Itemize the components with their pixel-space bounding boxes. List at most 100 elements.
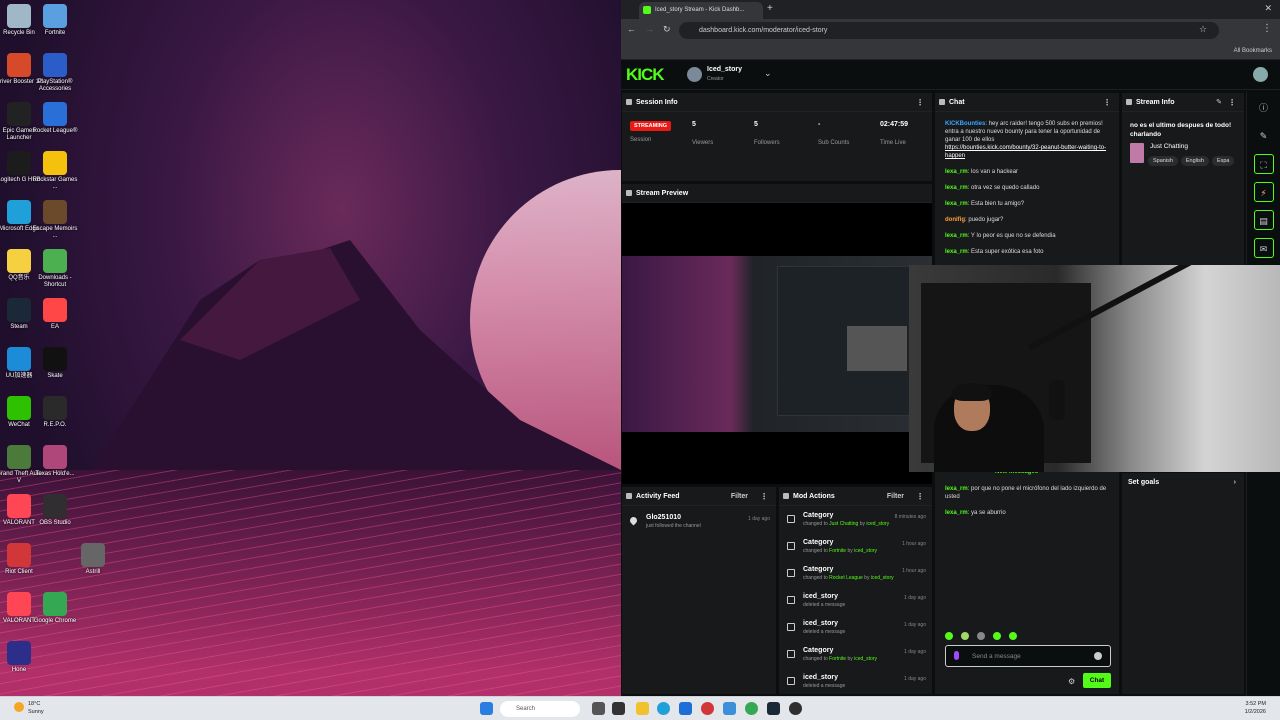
mod-action-target[interactable]: Rocket League	[829, 575, 863, 581]
desktop-icon[interactable]: Fortnite	[31, 4, 79, 37]
mod-action-item[interactable]: Category changed to Fortnite by iced_stor…	[787, 647, 932, 674]
reload-icon[interactable]: ↻	[663, 24, 671, 35]
desktop-icon[interactable]: Skate	[31, 347, 79, 380]
pinned-link[interactable]: https://bounties.kick.com/bounty/32-pean…	[945, 144, 1109, 160]
widgets-icon[interactable]	[612, 702, 625, 715]
chat-username[interactable]: lexa_rm	[945, 169, 968, 175]
url-field[interactable]: dashboard.kick.com/moderator/iced-story	[679, 22, 1219, 39]
chat-input[interactable]: Send a message	[945, 645, 1111, 667]
desktop-icon[interactable]: Riot Client	[0, 543, 43, 576]
activity-filter-button[interactable]: Filter	[731, 487, 748, 506]
stream-info-menu-icon[interactable]: ⋮	[1228, 93, 1236, 112]
chat-username[interactable]: lexa_rm	[945, 201, 968, 207]
mod-action-item[interactable]: iced_story deleted a message 1 day ago	[787, 674, 932, 694]
bookmark-star-icon[interactable]: ☆	[1199, 24, 1207, 35]
mic-icon[interactable]	[954, 651, 959, 660]
stream-preview-video[interactable]	[622, 256, 932, 432]
file-explorer-icon[interactable]	[636, 702, 649, 715]
edit-layout-icon[interactable]: ✎	[1254, 126, 1274, 146]
chat-username[interactable]: lexa_rm	[945, 510, 968, 516]
all-bookmarks-link[interactable]: All Bookmarks	[1234, 48, 1272, 54]
desktop-icon[interactable]: Astrill	[69, 543, 117, 576]
desktop-icon[interactable]: OBS Studio	[31, 494, 79, 527]
desktop-icon[interactable]: R.E.P.O.	[31, 396, 79, 429]
chat-username[interactable]: lexa_rm	[945, 233, 968, 239]
chat-username[interactable]: donifig	[945, 217, 965, 223]
desktop-icon[interactable]: Rockstar Games ...	[31, 151, 79, 191]
desktop-icon[interactable]: Google Chrome	[31, 592, 79, 625]
stream-tag[interactable]: Spanish	[1148, 156, 1178, 166]
store-taskbar-icon[interactable]	[679, 702, 692, 715]
emote-icon[interactable]	[977, 632, 985, 640]
mod-action-target[interactable]: Fortnite	[829, 656, 846, 662]
channel-avatar[interactable]	[687, 67, 702, 82]
back-icon[interactable]: ←	[627, 24, 636, 34]
window-close-icon[interactable]: ✕	[1264, 3, 1272, 14]
taskbar-search[interactable]: Search	[500, 701, 580, 717]
mod-action-item[interactable]: Category changed to Fortnite by iced_stor…	[787, 539, 932, 566]
desktop-icon[interactable]: EA	[31, 298, 79, 331]
riot-taskbar-icon[interactable]	[701, 702, 714, 715]
edge-taskbar-icon[interactable]	[657, 702, 670, 715]
mod-action-item[interactable]: iced_story deleted a message 1 day ago	[787, 593, 932, 620]
activity-menu-icon[interactable]: ⋮	[760, 487, 768, 506]
kick-logo[interactable]: KICK	[626, 65, 665, 85]
chat-menu-icon[interactable]: ⋮	[1103, 93, 1111, 112]
chrome-taskbar-icon[interactable]	[745, 702, 758, 715]
stream-tag[interactable]: English	[1180, 156, 1209, 166]
edit-stream-icon[interactable]: ✎	[1216, 93, 1222, 112]
stream-tag[interactable]: Espa	[1211, 156, 1235, 166]
channel-switch-chevron-icon[interactable]: ⌄	[764, 68, 772, 79]
desktop-icon[interactable]: Rocket League®	[31, 102, 79, 135]
emote-icon[interactable]	[993, 632, 1001, 640]
mod-action-target[interactable]: Just Chatting	[829, 521, 858, 527]
user-avatar[interactable]	[1253, 67, 1268, 82]
notes-icon[interactable]: ▤	[1253, 210, 1274, 230]
channel-name[interactable]: Iced_story	[707, 66, 742, 73]
pinned-user[interactable]: KICKBounties	[945, 121, 985, 127]
mod-filter-button[interactable]: Filter	[887, 487, 904, 506]
info-icon[interactable]: ⓘ	[1254, 98, 1274, 118]
quick-actions-icon[interactable]: ⚡	[1253, 182, 1274, 202]
mod-action-by[interactable]: iced_story	[871, 575, 894, 581]
desktop-icon[interactable]: Hone	[0, 641, 43, 674]
chat-username[interactable]: lexa_rm	[945, 185, 968, 191]
mod-action-target[interactable]: Fortnite	[829, 548, 846, 554]
mod-action-by[interactable]: iced_story	[854, 656, 877, 662]
steam-taskbar-icon[interactable]	[767, 702, 780, 715]
menu-dots-icon[interactable]: ⋮	[1262, 23, 1272, 34]
activity-item[interactable]: Glo251010 just followed the channel 1 day …	[628, 514, 776, 541]
desktop-icon[interactable]: Texas Hold'e...	[31, 445, 79, 478]
forward-icon[interactable]: →	[645, 24, 654, 34]
chat-username[interactable]: lexa_rm	[945, 249, 968, 255]
chat-username[interactable]: lexa_rm	[945, 486, 968, 492]
chat-popout-icon[interactable]: ✉	[1253, 238, 1274, 258]
chat-settings-icon[interactable]: ⚙	[1068, 677, 1075, 686]
emote-icon[interactable]	[1009, 632, 1017, 640]
send-chat-button[interactable]: Chat	[1083, 673, 1111, 688]
category-name[interactable]: Just Chatting	[1150, 143, 1244, 150]
weather-widget[interactable]: 18°C Sunny	[12, 700, 44, 716]
session-menu-icon[interactable]: ⋮	[916, 93, 924, 112]
mod-action-by[interactable]: iced_story	[854, 548, 877, 554]
new-tab-icon[interactable]: +	[767, 3, 773, 14]
clock[interactable]: 3:52 PM 1/2/2026	[1245, 700, 1266, 716]
mod-action-item[interactable]: Category changed to Rocket League by iced…	[787, 566, 932, 593]
mail-taskbar-icon[interactable]	[723, 702, 736, 715]
task-view-icon[interactable]	[592, 702, 605, 715]
mod-action-item[interactable]: iced_story deleted a message 1 day ago	[787, 620, 932, 647]
emoji-icon[interactable]	[1094, 652, 1102, 660]
emote-icon[interactable]	[945, 632, 953, 640]
obs-taskbar-icon[interactable]	[789, 702, 802, 715]
goals-chevron-icon[interactable]: ›	[1234, 473, 1236, 492]
desktop-icon[interactable]: Escape Memoirs ...	[31, 200, 79, 240]
emote-icon[interactable]	[961, 632, 969, 640]
mod-action-item[interactable]: Category changed to Just Chatting by iced…	[787, 512, 932, 539]
desktop-icon[interactable]: PlayStation® Accessories	[31, 53, 79, 93]
fullscreen-icon[interactable]: ⛶	[1253, 154, 1274, 174]
tab-kick-dashboard[interactable]: Iced_story Stream - Kick Dashb...	[639, 2, 763, 19]
start-icon[interactable]	[480, 702, 493, 715]
desktop-icon[interactable]: Downloads - Shortcut	[31, 249, 79, 289]
mod-menu-icon[interactable]: ⋮	[916, 487, 924, 506]
mod-action-by[interactable]: iced_story	[866, 521, 889, 527]
